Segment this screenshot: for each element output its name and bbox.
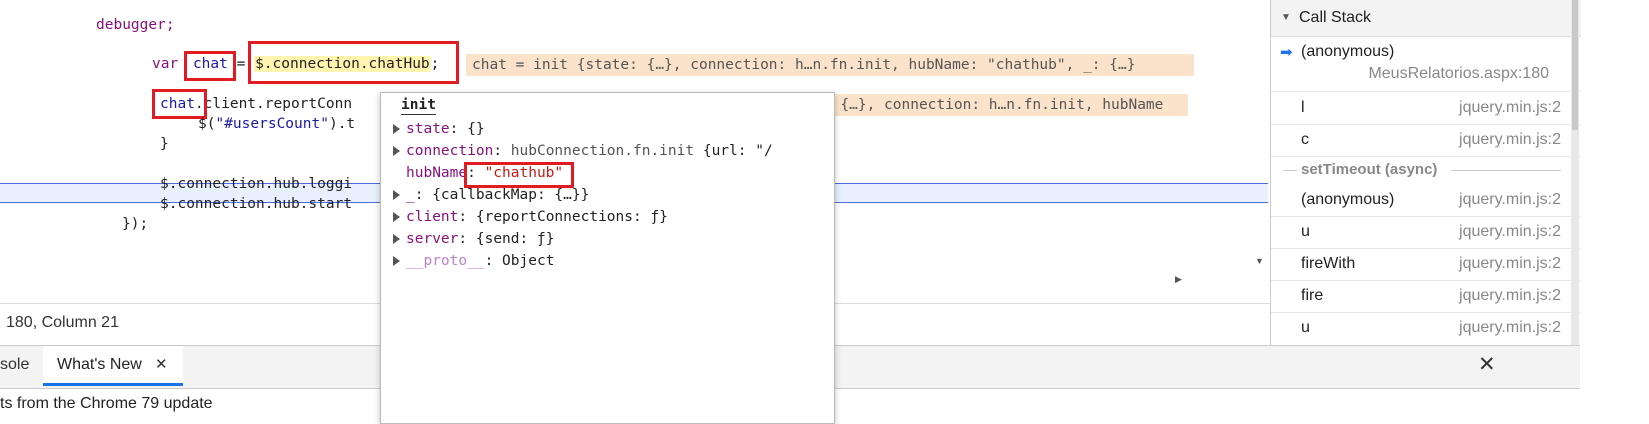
highlight-box-chat-var xyxy=(184,51,236,81)
call-frame-function: fire xyxy=(1301,287,1324,304)
async-separator: setTimeout (async) xyxy=(1271,156,1581,184)
property-value: {send: ƒ} xyxy=(475,231,555,247)
property-value: {reportConnections: ƒ} xyxy=(475,209,668,225)
call-frame-location: jquery.min.js:2 xyxy=(1459,131,1561,148)
code-selector-string: "#usersCount" xyxy=(215,116,329,132)
call-frame-function: (anonymous) xyxy=(1301,43,1395,60)
code-line-debugger: debugger; xyxy=(96,17,175,33)
property-value: Object xyxy=(502,253,555,269)
scroll-right-arrow-icon[interactable]: ▶ xyxy=(1175,274,1182,285)
cursor-position: 180, Column 21 xyxy=(6,314,119,331)
object-preview-popover: init state: {} connection: hubConnection… xyxy=(380,92,835,424)
property-row-connection[interactable]: connection: hubConnection.fn.init {url: … xyxy=(393,143,773,159)
call-frame[interactable]: u jquery.min.js:2 xyxy=(1271,216,1581,249)
close-tab-icon[interactable]: ✕ xyxy=(155,355,168,373)
call-frame[interactable]: (anonymous) jquery.min.js:2 xyxy=(1271,184,1581,217)
call-stack-panel: ▼ Call Stack ➡ (anonymous) MeusRelatorio… xyxy=(1270,0,1581,345)
call-stack-title: Call Stack xyxy=(1299,9,1372,26)
property-name: server xyxy=(406,231,459,247)
call-frame-location: jquery.min.js:2 xyxy=(1459,287,1561,304)
inline-value-chat: chat = init {state: {…}, connection: h…n… xyxy=(466,54,1194,76)
property-name: __proto__ xyxy=(406,253,485,269)
close-drawer-icon[interactable]: ✕ xyxy=(1478,352,1496,377)
call-frame[interactable]: u jquery.min.js:2 xyxy=(1271,312,1581,344)
tab-whats-new[interactable]: What's New ✕ xyxy=(43,346,183,386)
property-row-underscore[interactable]: _: {callbackMap: {…}} xyxy=(393,187,589,203)
expand-triangle-icon[interactable] xyxy=(393,146,400,156)
call-frame[interactable]: l jquery.min.js:2 xyxy=(1271,92,1581,125)
property-value: {callbackMap: {…}} xyxy=(432,187,590,203)
call-frame[interactable]: fire jquery.min.js:2 xyxy=(1271,280,1581,313)
highlight-box-hubname xyxy=(464,162,574,188)
collapse-triangle-icon: ▼ xyxy=(1281,12,1291,23)
keyword-var: var xyxy=(152,56,179,72)
scrollbar-thumb[interactable] xyxy=(1572,0,1578,130)
call-frame-function: l xyxy=(1301,99,1305,116)
drawer-content-text: ts from the Chrome 79 update xyxy=(0,395,213,412)
property-row-server[interactable]: server: {send: ƒ} xyxy=(393,231,554,247)
code-line-close-brace: } xyxy=(160,136,169,152)
inline-value-chat-2: tate: {…}, connection: h…n.fn.init, hubN… xyxy=(788,94,1188,116)
call-frame-location: jquery.min.js:2 xyxy=(1459,191,1561,208)
property-name: client xyxy=(406,209,459,225)
call-stack-header[interactable]: ▼ Call Stack xyxy=(1271,0,1581,37)
call-frame-location: jquery.min.js:2 xyxy=(1459,99,1561,116)
call-frame-function: (anonymous) xyxy=(1301,191,1395,208)
call-frame-location: jquery.min.js:2 xyxy=(1459,319,1561,336)
property-name: hubName xyxy=(406,165,468,181)
code-line-users-count: $("#usersCount").t xyxy=(198,116,355,132)
code-line-close-ready: }); xyxy=(122,216,149,232)
property-name: connection xyxy=(406,143,494,159)
call-frame[interactable]: fireWith jquery.min.js:2 xyxy=(1271,248,1581,281)
current-frame-arrow-icon: ➡ xyxy=(1280,44,1293,61)
call-frame-location: MeusRelatorios.aspx:180 xyxy=(1368,65,1549,82)
code-jquery-call: $( xyxy=(198,116,216,132)
tab-console[interactable]: sole xyxy=(0,356,29,374)
code-method-start: ).t xyxy=(328,116,356,132)
expand-triangle-icon[interactable] xyxy=(393,124,400,134)
property-row-state[interactable]: state: {} xyxy=(393,121,485,137)
property-row-client[interactable]: client: {reportConnections: ƒ} xyxy=(393,209,668,225)
async-label: setTimeout (async) xyxy=(1301,161,1438,178)
call-frame[interactable]: c jquery.min.js:2 xyxy=(1271,124,1581,157)
call-frame-function: fireWith xyxy=(1301,255,1356,272)
property-name: _ xyxy=(406,187,415,203)
code-client-report: .client.reportConn xyxy=(194,96,353,112)
property-name: state xyxy=(406,121,450,137)
call-stack-scrollbar[interactable] xyxy=(1571,0,1579,345)
property-row-proto[interactable]: __proto__: Object xyxy=(393,253,554,269)
call-frame-function: u xyxy=(1301,319,1310,336)
expand-triangle-icon[interactable] xyxy=(393,190,400,200)
scroll-down-arrow-icon[interactable]: ▼ xyxy=(1255,256,1264,266)
tab-whats-new-label: What's New xyxy=(57,356,142,373)
popover-title: init xyxy=(401,97,436,115)
call-frame-current[interactable]: ➡ (anonymous) MeusRelatorios.aspx:180 xyxy=(1271,37,1581,92)
call-frame-function: c xyxy=(1301,131,1309,148)
call-frame-location: jquery.min.js:2 xyxy=(1459,223,1561,240)
expand-triangle-icon[interactable] xyxy=(393,212,400,222)
property-value: {url: "/ xyxy=(694,143,773,159)
highlight-box-chathub-expr xyxy=(248,41,459,84)
expand-triangle-icon[interactable] xyxy=(393,256,400,266)
expand-triangle-icon[interactable] xyxy=(393,234,400,244)
call-frame-function: u xyxy=(1301,223,1310,240)
property-value: {} xyxy=(467,121,485,137)
call-frame-location: jquery.min.js:2 xyxy=(1459,255,1561,272)
property-type: hubConnection.fn.init xyxy=(510,143,695,159)
editor-scrollbar[interactable]: ▼ ▶ xyxy=(1175,0,1268,290)
highlight-box-chat-ref xyxy=(152,89,207,119)
code-line-hub-logging: $.connection.hub.loggi xyxy=(160,176,353,192)
code-line-hub-start: $.connection.hub.start xyxy=(160,196,353,212)
